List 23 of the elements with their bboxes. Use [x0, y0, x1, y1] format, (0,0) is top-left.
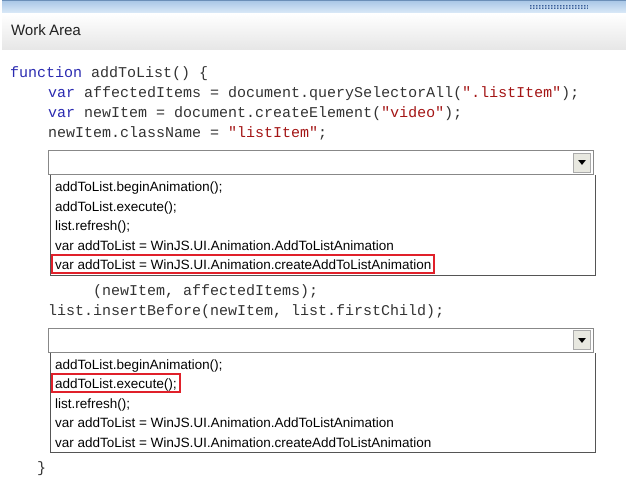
code-line: newItem.className = "listItem"; [47, 124, 328, 144]
grip-icon[interactable] [530, 4, 588, 10]
dropdown-option[interactable]: var addToList = WinJS.UI.Animation.createAddToListAnimation [51, 254, 436, 274]
dropdown-option[interactable]: var addToList = WinJS.UI.Animation.AddToListAnimation [51, 412, 398, 432]
code-line: function addToList() { [10, 64, 210, 84]
dropdown-option[interactable]: var addToList = WinJS.UI.Animation.AddToListAnimation [51, 234, 398, 254]
dropdown-option[interactable]: var addToList = WinJS.UI.Animation.createAddToListAnimation [51, 432, 436, 451]
dropdown-field[interactable] [48, 150, 594, 175]
panel-title: Work Area [11, 21, 81, 42]
code-line: } [36, 459, 48, 479]
caret-icon [573, 152, 591, 172]
caret-icon [573, 330, 591, 350]
dropdown-option[interactable]: addToList.execute(); [51, 196, 181, 215]
dropdown-option[interactable]: list.refresh(); [51, 392, 134, 412]
code-line: var affectedItems = document.querySelectorAll(".listItem"); [47, 84, 580, 104]
dropdown-option[interactable]: addToList.beginAnimation(); [51, 354, 226, 373]
dropdown-option[interactable]: list.refresh(); [51, 215, 134, 234]
dropdown-option[interactable]: addToList.execute(); [51, 373, 181, 392]
code-line: var newItem = document.createElement("video"); [47, 104, 464, 124]
dropdown-field[interactable] [48, 328, 594, 352]
code-line: list.insertBefore(newItem, list.firstChild); [47, 302, 446, 322]
dropdown-option[interactable]: addToList.beginAnimation(); [51, 176, 226, 196]
code-line: (newItem, affectedItems); [92, 282, 320, 302]
